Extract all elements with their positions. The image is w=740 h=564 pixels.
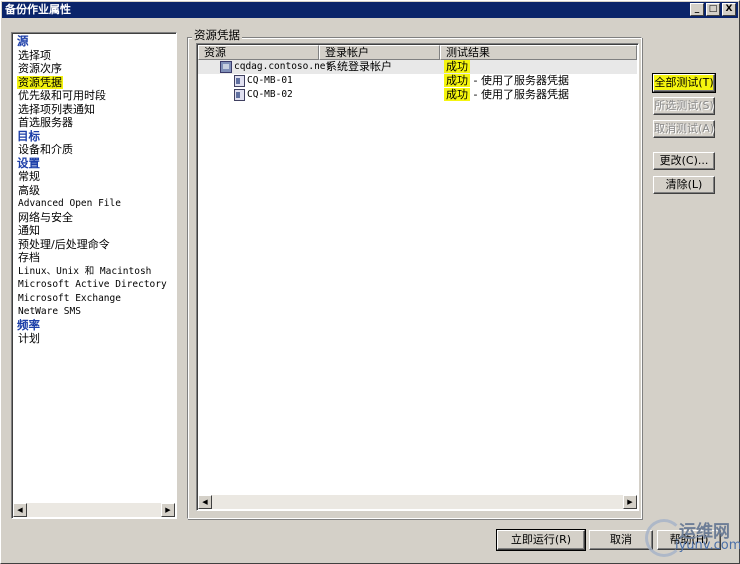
scroll-track[interactable]	[212, 495, 623, 509]
test-result: 成功 - 使用了服务器凭据	[444, 74, 569, 88]
nav-item-label: Advanced Open File	[18, 198, 121, 209]
scroll-right-icon[interactable]: ▶	[623, 495, 637, 509]
window-title: 备份作业属性	[5, 3, 71, 16]
nav-item-label: 常规	[18, 170, 40, 183]
nav-item[interactable]: 选择项	[17, 49, 176, 63]
property-nav-list: 源选择项 资源次序 资源凭据 优先级和可用时段 选择项列表通知 首选服务器 目标 设备和介质设…	[16, 34, 176, 346]
cancel-test-button[interactable]: 取消测试(A)	[653, 120, 715, 138]
nav-item-label: 源	[17, 34, 29, 48]
close-button[interactable]: X	[722, 3, 736, 16]
nav-item[interactable]: Microsoft Active Directory	[17, 278, 176, 292]
column-header-resource[interactable]: 资源	[198, 45, 319, 60]
nav-item[interactable]: 首选服务器	[17, 116, 176, 130]
watermark-url: iyunv.com	[675, 538, 740, 553]
watermark-logo: 运维网 iyunv.com	[639, 515, 740, 563]
list-row[interactable]: cqdag.contoso.net 系统登录帐户 成功	[198, 60, 637, 74]
nav-item-label: 优先级和可用时段	[18, 89, 106, 102]
computer-icon	[234, 75, 245, 87]
nav-item-label: 通知	[18, 224, 40, 237]
change-button[interactable]: 更改(C)...	[653, 152, 715, 170]
run-now-button[interactable]: 立即运行(R)	[496, 529, 586, 551]
nav-item[interactable]: 常规	[17, 170, 176, 184]
nav-item-label: 存档	[18, 251, 40, 264]
status-badge: 成功	[444, 60, 470, 73]
resource-name: CQ-MB-02	[247, 89, 293, 100]
property-nav-panel: 源选择项 资源次序 资源凭据 优先级和可用时段 选择项列表通知 首选服务器 目标 设备和介质设…	[11, 32, 177, 519]
nav-item[interactable]: 选择项列表通知	[17, 103, 176, 117]
list-row[interactable]: CQ-MB-02 成功 - 使用了服务器凭据	[198, 88, 637, 102]
maximize-button[interactable]: □	[706, 3, 720, 16]
nav-item[interactable]: 资源凭据	[17, 75, 176, 90]
nav-item[interactable]: Linux、Unix 和 Macintosh	[17, 265, 176, 279]
nav-item-label: 首选服务器	[18, 116, 73, 129]
group-title: 资源凭据	[192, 28, 242, 42]
nav-item-label: 资源凭据	[17, 75, 63, 89]
list-row[interactable]: CQ-MB-01 成功 - 使用了服务器凭据	[198, 74, 637, 88]
nav-item-label: 资源次序	[18, 62, 62, 75]
nav-item[interactable]: 资源次序	[17, 62, 176, 76]
nav-item-label: Microsoft Exchange	[18, 292, 121, 304]
clear-button[interactable]: 清除(L)	[653, 176, 715, 194]
nav-item-label: Microsoft Active Directory	[18, 279, 167, 290]
nav-item-label: 目标	[17, 128, 40, 143]
minimize-button[interactable]: _	[690, 3, 704, 16]
nav-item-label: 频率	[17, 317, 40, 332]
title-bar: 备份作业属性 _ □ X	[2, 2, 738, 18]
resource-name: CQ-MB-01	[247, 75, 293, 86]
nav-item[interactable]: 优先级和可用时段	[17, 89, 176, 103]
nav-item[interactable]: 计划	[17, 332, 176, 346]
column-header-result[interactable]: 测试结果	[440, 45, 637, 60]
nav-item-label: 计划	[18, 332, 40, 345]
test-result: 成功	[444, 60, 470, 74]
result-note: - 使用了服务器凭据	[470, 74, 569, 87]
nav-item-label: 设置	[17, 155, 40, 170]
nav-horizontal-scrollbar[interactable]: ◀ ▶	[13, 503, 175, 517]
nav-item-label: 设备和介质	[18, 143, 73, 156]
scroll-track[interactable]	[27, 503, 161, 517]
backup-job-properties-window: 备份作业属性 _ □ X 源选择项 资源次序 资源凭据 优先级和可用时段 选择项列表通知…	[0, 0, 740, 564]
test-selected-button[interactable]: 所选测试(S)	[653, 97, 715, 115]
nav-item-label: 预处理/后处理命令	[18, 237, 110, 251]
nav-item[interactable]: NetWare SMS	[17, 305, 176, 319]
status-badge: 成功	[444, 74, 470, 87]
nav-item-label: Linux、Unix 和 Macintosh	[18, 265, 152, 277]
computer-icon	[234, 89, 245, 101]
column-header-account[interactable]: 登录帐户	[319, 45, 440, 60]
scroll-left-icon[interactable]: ◀	[198, 495, 212, 509]
nav-item[interactable]: Advanced Open File	[17, 197, 176, 211]
nav-item-label: 网络与安全	[18, 210, 73, 224]
nav-item[interactable]: 高级	[17, 184, 176, 198]
nav-item-label: 选择项	[18, 48, 51, 62]
nav-item[interactable]: 存档	[17, 251, 176, 265]
nav-item-label: 高级	[18, 183, 40, 197]
nav-item[interactable]: 设备和介质	[17, 143, 176, 157]
nav-item[interactable]: Microsoft Exchange	[17, 292, 176, 306]
nav-item[interactable]: 通知	[17, 224, 176, 238]
status-badge: 成功	[444, 88, 470, 101]
nav-item-label: 选择项列表通知	[18, 102, 95, 116]
list-header: 资源 登录帐户 测试结果	[198, 45, 637, 60]
nav-item[interactable]: 网络与安全	[17, 211, 176, 225]
resource-name: cqdag.contoso.net	[234, 61, 332, 72]
nav-item-label: NetWare SMS	[18, 306, 81, 317]
scroll-right-icon[interactable]: ▶	[161, 503, 175, 517]
nav-item[interactable]: 预处理/后处理命令	[17, 238, 176, 252]
resource-credentials-list[interactable]: 资源 登录帐户 测试结果 cqdag.contoso.net 系统登录帐户 成功…	[196, 43, 639, 511]
list-horizontal-scrollbar[interactable]: ◀ ▶	[198, 495, 637, 509]
scroll-left-icon[interactable]: ◀	[13, 503, 27, 517]
nav-section-heading: 源	[16, 34, 176, 49]
login-account: 系统登录帐户	[326, 60, 392, 73]
nav-section-heading: 目标	[16, 128, 176, 144]
nav-section-heading: 频率	[16, 317, 176, 333]
nav-section-heading: 设置	[16, 155, 176, 171]
test-all-button[interactable]: 全部测试(T)	[652, 73, 716, 93]
result-note: - 使用了服务器凭据	[470, 88, 569, 101]
test-result: 成功 - 使用了服务器凭据	[444, 88, 569, 102]
server-icon	[220, 61, 232, 73]
